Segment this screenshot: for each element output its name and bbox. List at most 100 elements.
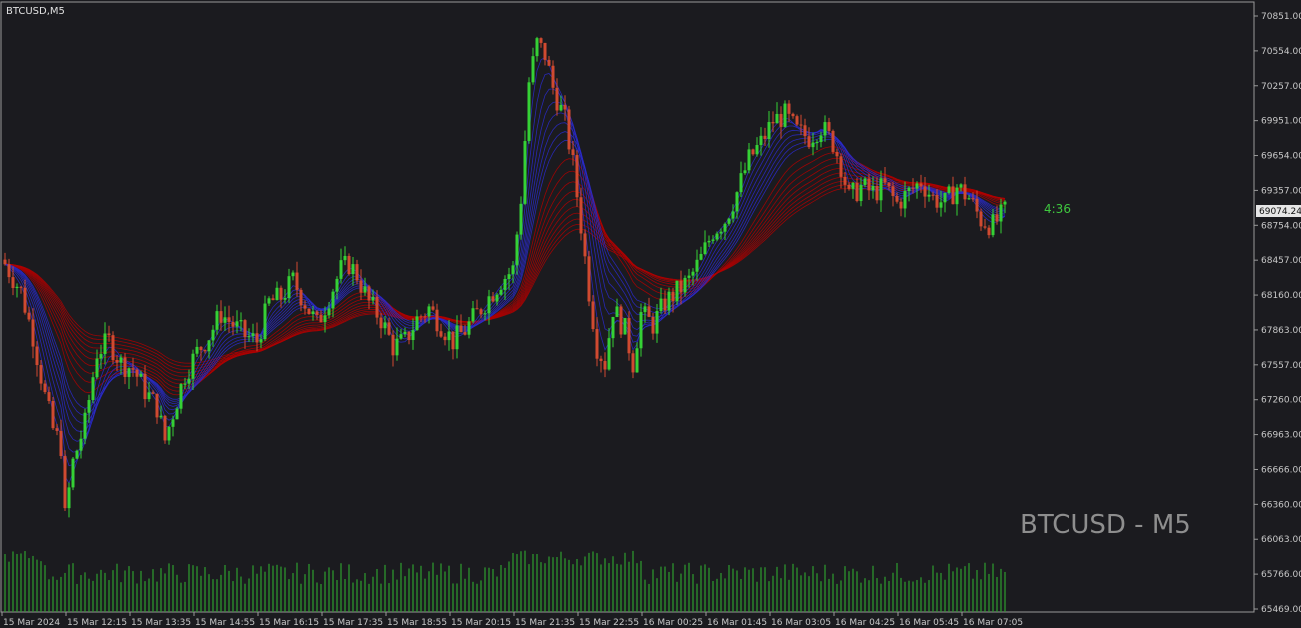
candle-body	[851, 182, 855, 189]
candle-body	[407, 331, 411, 341]
x-tick-label: 15 Mar 2024	[3, 618, 60, 628]
candle-body	[843, 176, 847, 185]
candle-body	[279, 287, 283, 300]
candle-body	[187, 378, 191, 384]
candle-body	[119, 357, 123, 363]
symbol-watermark: BTCUSD - M5	[1020, 510, 1191, 540]
candle-body	[723, 223, 727, 232]
candle-body	[215, 311, 219, 330]
candle-body	[683, 277, 687, 293]
candle-body	[487, 296, 491, 314]
candle-body	[479, 309, 483, 315]
candle-body	[67, 487, 71, 509]
candle-body	[387, 322, 391, 335]
candle-body	[587, 256, 591, 302]
candle-body	[483, 313, 487, 315]
candle-body	[751, 149, 755, 155]
candle-body	[855, 182, 859, 202]
candle-body	[467, 321, 471, 335]
candle-body	[495, 294, 499, 302]
candle-body	[383, 322, 387, 329]
candle-body	[539, 38, 543, 43]
candle-body	[231, 321, 235, 327]
candle-body	[523, 141, 527, 204]
candle-body	[243, 320, 247, 338]
candle-body	[199, 346, 203, 351]
candle-body	[195, 346, 199, 354]
candle-body	[263, 303, 267, 340]
candle-body	[599, 358, 603, 362]
x-tick-label: 16 Mar 04:25	[835, 618, 895, 628]
candle-body	[891, 186, 895, 196]
candle-body	[807, 136, 811, 148]
candle-body	[323, 315, 327, 323]
candle-body	[731, 211, 735, 219]
candle-body	[375, 296, 379, 318]
candle-body	[747, 149, 751, 171]
candle-body	[987, 227, 991, 236]
candle-body	[155, 393, 159, 418]
candle-body	[115, 360, 119, 363]
candle-body	[427, 306, 431, 317]
candle-body	[491, 296, 495, 302]
candle-body	[367, 286, 371, 301]
candle-body	[351, 264, 355, 275]
candle-body	[167, 426, 171, 441]
candle-body	[827, 122, 831, 131]
candle-body	[675, 280, 679, 302]
candle-body	[651, 316, 655, 334]
x-tick-label: 16 Mar 05:45	[899, 618, 959, 628]
candle-body	[551, 65, 555, 88]
candle-body	[543, 42, 547, 60]
x-tick-label: 15 Mar 12:15	[67, 618, 127, 628]
candle-body	[83, 412, 87, 439]
candle-body	[327, 308, 331, 316]
y-tick-label: 66963.00	[1261, 431, 1301, 441]
candle-body	[339, 260, 343, 279]
candle-body	[511, 265, 515, 275]
x-tick-label: 15 Mar 21:35	[515, 618, 575, 628]
candle-body	[459, 325, 463, 333]
candle-body	[799, 124, 803, 126]
y-tick-label: 67260.00	[1261, 396, 1301, 406]
y-tick-label: 69654.00	[1261, 152, 1301, 162]
price-chart[interactable]: BTCUSD,M5 70851.00 70554.00 70257.00 69951.…	[0, 0, 1301, 628]
candle-body	[23, 287, 27, 313]
candle-body	[411, 330, 415, 341]
candle-body	[111, 335, 115, 361]
candle-body	[619, 306, 623, 335]
candle-body	[791, 113, 795, 117]
candle-body	[95, 358, 99, 378]
candle-body	[311, 311, 315, 315]
candle-body	[639, 312, 643, 349]
candle-body	[679, 280, 683, 293]
candle-body	[283, 298, 287, 300]
candle-body	[103, 333, 107, 355]
candle-body	[575, 155, 579, 198]
candle-body	[503, 278, 507, 290]
candle-body	[647, 306, 651, 317]
candle-body	[727, 218, 731, 224]
candle-body	[895, 195, 899, 202]
candle-body	[27, 312, 31, 320]
y-tick-label: 66666.00	[1261, 465, 1301, 475]
candle-body	[763, 135, 767, 139]
candle-body	[811, 142, 815, 148]
candle-body	[783, 103, 787, 127]
candle-body	[391, 334, 395, 356]
candle-body	[431, 306, 435, 310]
y-tick-label: 66063.00	[1261, 535, 1301, 545]
candle-body	[935, 194, 939, 208]
candle-body	[711, 239, 715, 241]
candle-body	[947, 186, 951, 193]
y-tick-label: 69951.00	[1261, 117, 1301, 127]
candle-body	[527, 82, 531, 142]
candle-body	[943, 192, 947, 203]
candle-body	[867, 178, 871, 191]
candle-body	[883, 178, 887, 183]
candle-body	[803, 125, 807, 137]
candle-body	[979, 211, 983, 227]
candle-body	[795, 116, 799, 125]
candle-body	[755, 145, 759, 155]
candle-body	[991, 214, 995, 236]
